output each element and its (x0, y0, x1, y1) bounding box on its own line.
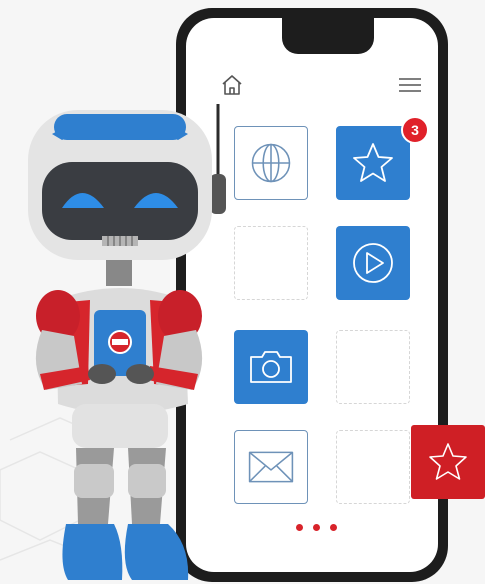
video-app-tile[interactable] (336, 226, 410, 300)
empty-slot (336, 330, 410, 404)
star-icon (429, 443, 467, 480)
play-icon (353, 243, 393, 283)
notification-badge: 3 (401, 116, 429, 144)
phone-notch (282, 18, 374, 54)
empty-slot (234, 226, 308, 300)
camera-icon (250, 351, 292, 383)
page-dot[interactable] (296, 524, 303, 531)
star-icon (353, 143, 393, 182)
globe-icon (251, 143, 291, 183)
page-dot[interactable] (330, 524, 337, 531)
page-dot[interactable] (313, 524, 320, 531)
home-icon[interactable] (220, 74, 244, 96)
page-indicator[interactable] (296, 524, 344, 534)
robot-mascot (28, 104, 226, 580)
hamburger-menu-icon[interactable] (398, 76, 422, 94)
mail-icon (248, 451, 294, 483)
favorites-app-tile[interactable] (336, 126, 410, 200)
floating-star-tile[interactable] (411, 425, 485, 499)
browser-app-tile[interactable] (234, 126, 308, 200)
empty-slot (336, 430, 410, 504)
camera-app-tile[interactable] (234, 330, 308, 404)
mail-app-tile[interactable] (234, 430, 308, 504)
